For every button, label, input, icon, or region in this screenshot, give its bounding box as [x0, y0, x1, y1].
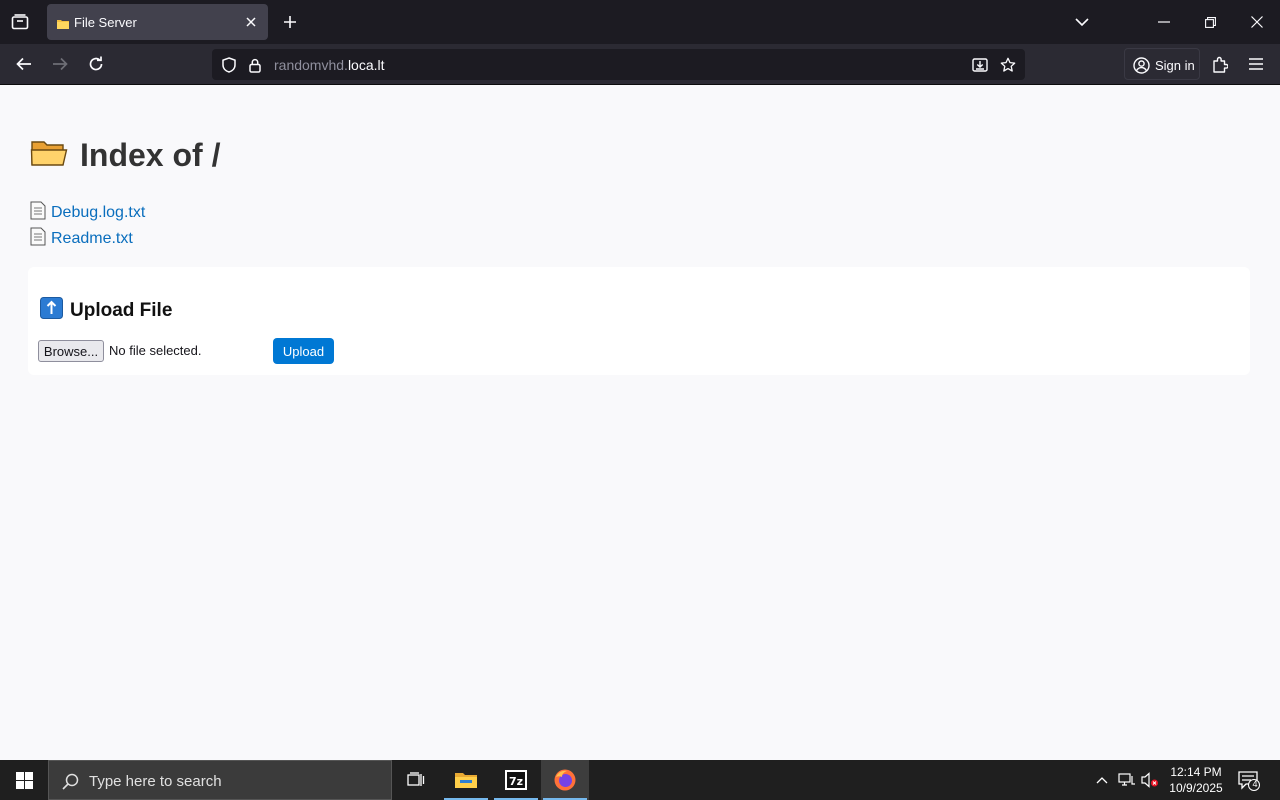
forward-arrow-icon [48, 53, 72, 75]
sign-in-label: Sign in [1155, 58, 1195, 73]
document-icon [30, 227, 46, 251]
file-link-readme[interactable]: Readme.txt [51, 230, 133, 248]
close-tab-icon[interactable] [242, 13, 260, 31]
save-to-device-icon[interactable] [970, 56, 990, 74]
hamburger-menu-icon[interactable] [1245, 53, 1267, 75]
file-list: Debug.log.txt Readme.txt [30, 200, 145, 252]
reload-icon[interactable] [84, 53, 108, 75]
sign-in-button[interactable]: Sign in [1124, 48, 1200, 80]
search-icon [61, 772, 79, 790]
upload-form: Upload File Browse... No file selected. … [28, 267, 1250, 375]
task-view-icon[interactable] [392, 760, 440, 800]
notification-center-icon[interactable]: 4 [1236, 770, 1262, 792]
address-bar[interactable]: randomvhd.loca.lt [212, 49, 1025, 80]
browser-navigation-bar: randomvhd.loca.lt Sign in [0, 44, 1280, 85]
browser-tab[interactable]: File Server [47, 4, 268, 40]
account-icon [1132, 56, 1150, 74]
volume-muted-icon[interactable] [1140, 771, 1160, 789]
close-window-icon[interactable] [1247, 12, 1267, 32]
restore-icon[interactable] [1200, 12, 1220, 32]
upload-heading-text: Upload File [70, 299, 173, 321]
svg-text:7z: 7z [509, 775, 523, 788]
upload-button[interactable]: Upload [273, 338, 334, 364]
page-content: Index of / Debug.log.txt Readme.txt Uplo… [0, 85, 1280, 760]
list-item: Debug.log.txt [30, 200, 145, 226]
list-all-tabs-icon[interactable] [1072, 12, 1092, 32]
document-icon [30, 201, 46, 225]
notification-count: 4 [1252, 779, 1258, 789]
folder-icon [57, 16, 69, 29]
upload-heading: Upload File [40, 297, 172, 324]
search-placeholder: Type here to search [89, 773, 222, 790]
system-clock[interactable]: 12:14 PM 10/9/2025 [1164, 764, 1228, 796]
browse-button[interactable]: Browse... [38, 340, 104, 362]
lock-icon[interactable] [247, 56, 263, 74]
new-tab-icon[interactable] [280, 12, 300, 32]
7zip-icon[interactable]: 7z [492, 760, 540, 800]
minimize-icon[interactable] [1154, 12, 1174, 32]
windows-taskbar: Type here to search 7z 12:14 PM 10/9/202… [0, 760, 1280, 800]
page-title: Index of / [80, 137, 221, 173]
shield-icon[interactable] [220, 56, 238, 74]
extensions-icon[interactable] [1209, 53, 1231, 75]
page-header: Index of / [30, 137, 220, 174]
firefox-icon[interactable] [541, 760, 589, 800]
clock-date: 10/9/2025 [1169, 781, 1223, 795]
back-arrow-icon[interactable] [12, 53, 36, 75]
network-icon[interactable] [1117, 771, 1137, 789]
file-explorer-icon[interactable] [442, 760, 490, 800]
up-arrow-icon [40, 297, 63, 324]
url-subdomain: randomvhd. [274, 57, 348, 73]
url-domain: loca.lt [347, 57, 385, 73]
chevron-up-icon[interactable] [1094, 772, 1110, 788]
open-folder-icon [30, 138, 68, 173]
list-item: Readme.txt [30, 226, 145, 252]
tab-overview-icon[interactable] [8, 10, 32, 34]
browser-tab-bar: File Server [0, 0, 1280, 44]
tab-title: File Server [74, 15, 137, 30]
file-status-text: No file selected. [109, 343, 202, 358]
taskbar-search[interactable]: Type here to search [48, 760, 392, 800]
clock-time: 12:14 PM [1170, 765, 1222, 779]
file-link-debug-log[interactable]: Debug.log.txt [51, 204, 145, 222]
bookmark-star-icon[interactable] [998, 56, 1018, 74]
url-text[interactable]: randomvhd.loca.lt [274, 57, 385, 73]
windows-start-icon[interactable] [0, 760, 48, 800]
